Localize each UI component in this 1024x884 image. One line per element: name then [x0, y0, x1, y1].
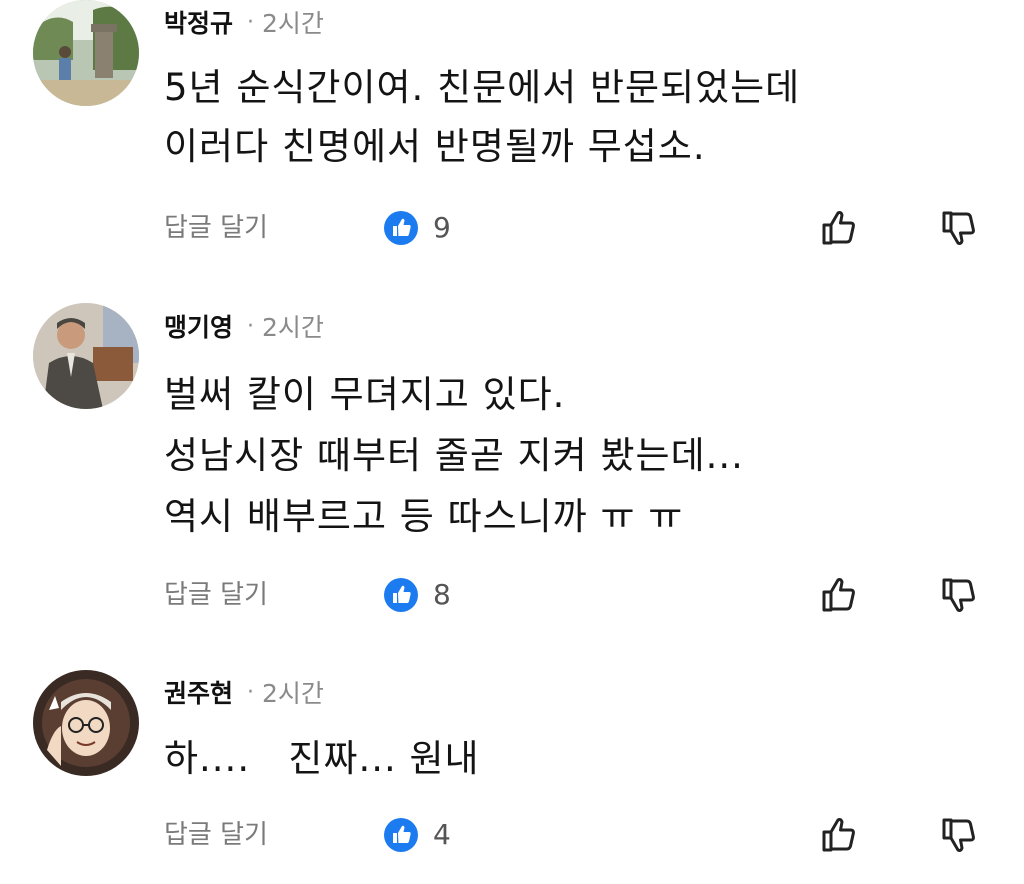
comment-text-line: 벌써 칼이 무뎌지고 있다. [164, 373, 566, 416]
comment-text-line: 역시 배부르고 등 따스니까 ㅠ ㅠ [164, 495, 684, 538]
thumbs-up-outline-icon[interactable] [818, 206, 862, 250]
avatar[interactable] [33, 303, 139, 409]
thumbs-up-filled-icon [384, 211, 418, 245]
thumbs-up-outline-icon[interactable] [818, 813, 862, 857]
thumbs-down-outline-icon[interactable] [938, 206, 982, 250]
like-count: 9 [433, 211, 451, 244]
thumbs-up-filled-icon [384, 578, 418, 612]
comment-text-line: 하.... 진짜... 원내 [164, 737, 480, 780]
comment-text-line: 이러다 친명에서 반명될까 무섭소. [164, 125, 706, 168]
timestamp: 2시간 [262, 313, 324, 342]
comment-text-line: 성남시장 때부터 줄곧 지켜 봤는데... [164, 434, 744, 477]
thumbs-down-outline-icon[interactable] [938, 573, 982, 617]
comment-header: 박정규 · 2시간 [164, 2, 324, 42]
reply-button[interactable]: 답글 달기 [164, 575, 268, 615]
like-count: 4 [433, 818, 451, 851]
timestamp: 2시간 [262, 9, 324, 38]
author-name[interactable]: 맹기영 [164, 308, 233, 344]
timestamp: 2시간 [262, 679, 324, 708]
avatar-man-in-suit-photo-icon [33, 303, 139, 409]
thumbs-up-outline-icon[interactable] [818, 573, 862, 617]
reply-button[interactable]: 답글 달기 [164, 815, 268, 855]
avatar[interactable] [33, 0, 139, 106]
separator-dot: · [247, 313, 255, 339]
separator-dot: · [247, 679, 255, 705]
separator-dot: · [247, 9, 255, 35]
comment-header: 권주현 · 2시간 [164, 672, 324, 712]
thumbs-down-outline-icon[interactable] [938, 813, 982, 857]
comment-text-line: 5년 순식간이여. 친문에서 반문되었는데 [164, 66, 801, 109]
avatar[interactable] [33, 670, 139, 776]
reply-button[interactable]: 답글 달기 [164, 208, 268, 248]
author-name[interactable]: 권주현 [164, 674, 233, 710]
like-count: 8 [433, 578, 451, 611]
avatar-cartoon-portrait-icon [33, 670, 139, 776]
author-name[interactable]: 박정규 [164, 4, 233, 40]
thumbs-up-filled-icon [384, 818, 418, 852]
comment-header: 맹기영 · 2시간 [164, 306, 324, 346]
avatar-landscape-photo-icon [33, 0, 139, 106]
